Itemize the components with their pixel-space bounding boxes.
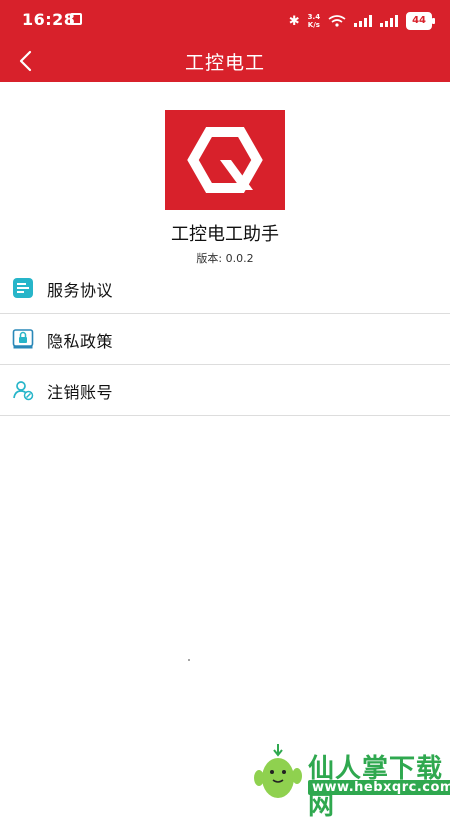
battery-indicator: 44 bbox=[406, 12, 435, 30]
status-bar: 16:28 ✱ 3.4 K/s 44 bbox=[0, 0, 450, 40]
menu-item-privacy-policy[interactable]: 隐私政策 bbox=[0, 314, 450, 365]
document-list-icon bbox=[12, 277, 34, 299]
top-navigation-bar: 工控电工 bbox=[0, 40, 450, 82]
network-speed-unit: K/s bbox=[307, 21, 320, 29]
app-logo-icon bbox=[187, 127, 263, 193]
menu-item-label: 服务协议 bbox=[47, 281, 114, 300]
status-time: 16:28 bbox=[22, 10, 76, 29]
menu-item-label: 隐私政策 bbox=[47, 332, 114, 351]
user-cancel-icon bbox=[12, 379, 34, 401]
privacy-lock-icon bbox=[12, 328, 34, 350]
status-icons: ✱ 3.4 K/s 44 bbox=[288, 12, 435, 30]
menu-item-label: 注销账号 bbox=[47, 383, 114, 402]
network-speed-value: 3.4 bbox=[307, 13, 321, 21]
bluetooth-icon: ✱ bbox=[288, 13, 300, 29]
watermark-url: www.hebxqrc.com bbox=[308, 780, 450, 795]
cactus-mascot-icon bbox=[254, 744, 302, 798]
nfc-icon bbox=[70, 13, 82, 25]
app-name: 工控电工助手 bbox=[171, 224, 279, 245]
settings-menu: 服务协议 隐私政策 注销账号 bbox=[0, 263, 450, 416]
decorative-dot bbox=[188, 659, 190, 661]
page-title: 工控电工 bbox=[184, 52, 265, 74]
watermark: 仙人掌下载网 www.hebxqrc.com bbox=[250, 742, 450, 821]
menu-item-delete-account[interactable]: 注销账号 bbox=[0, 365, 450, 416]
signal-icon-1 bbox=[354, 15, 373, 27]
wifi-icon bbox=[328, 15, 346, 27]
signal-icon-2 bbox=[380, 15, 399, 27]
menu-item-service-agreement[interactable]: 服务协议 bbox=[0, 263, 450, 314]
network-speed: 3.4 K/s bbox=[308, 13, 320, 29]
app-logo bbox=[165, 110, 285, 210]
